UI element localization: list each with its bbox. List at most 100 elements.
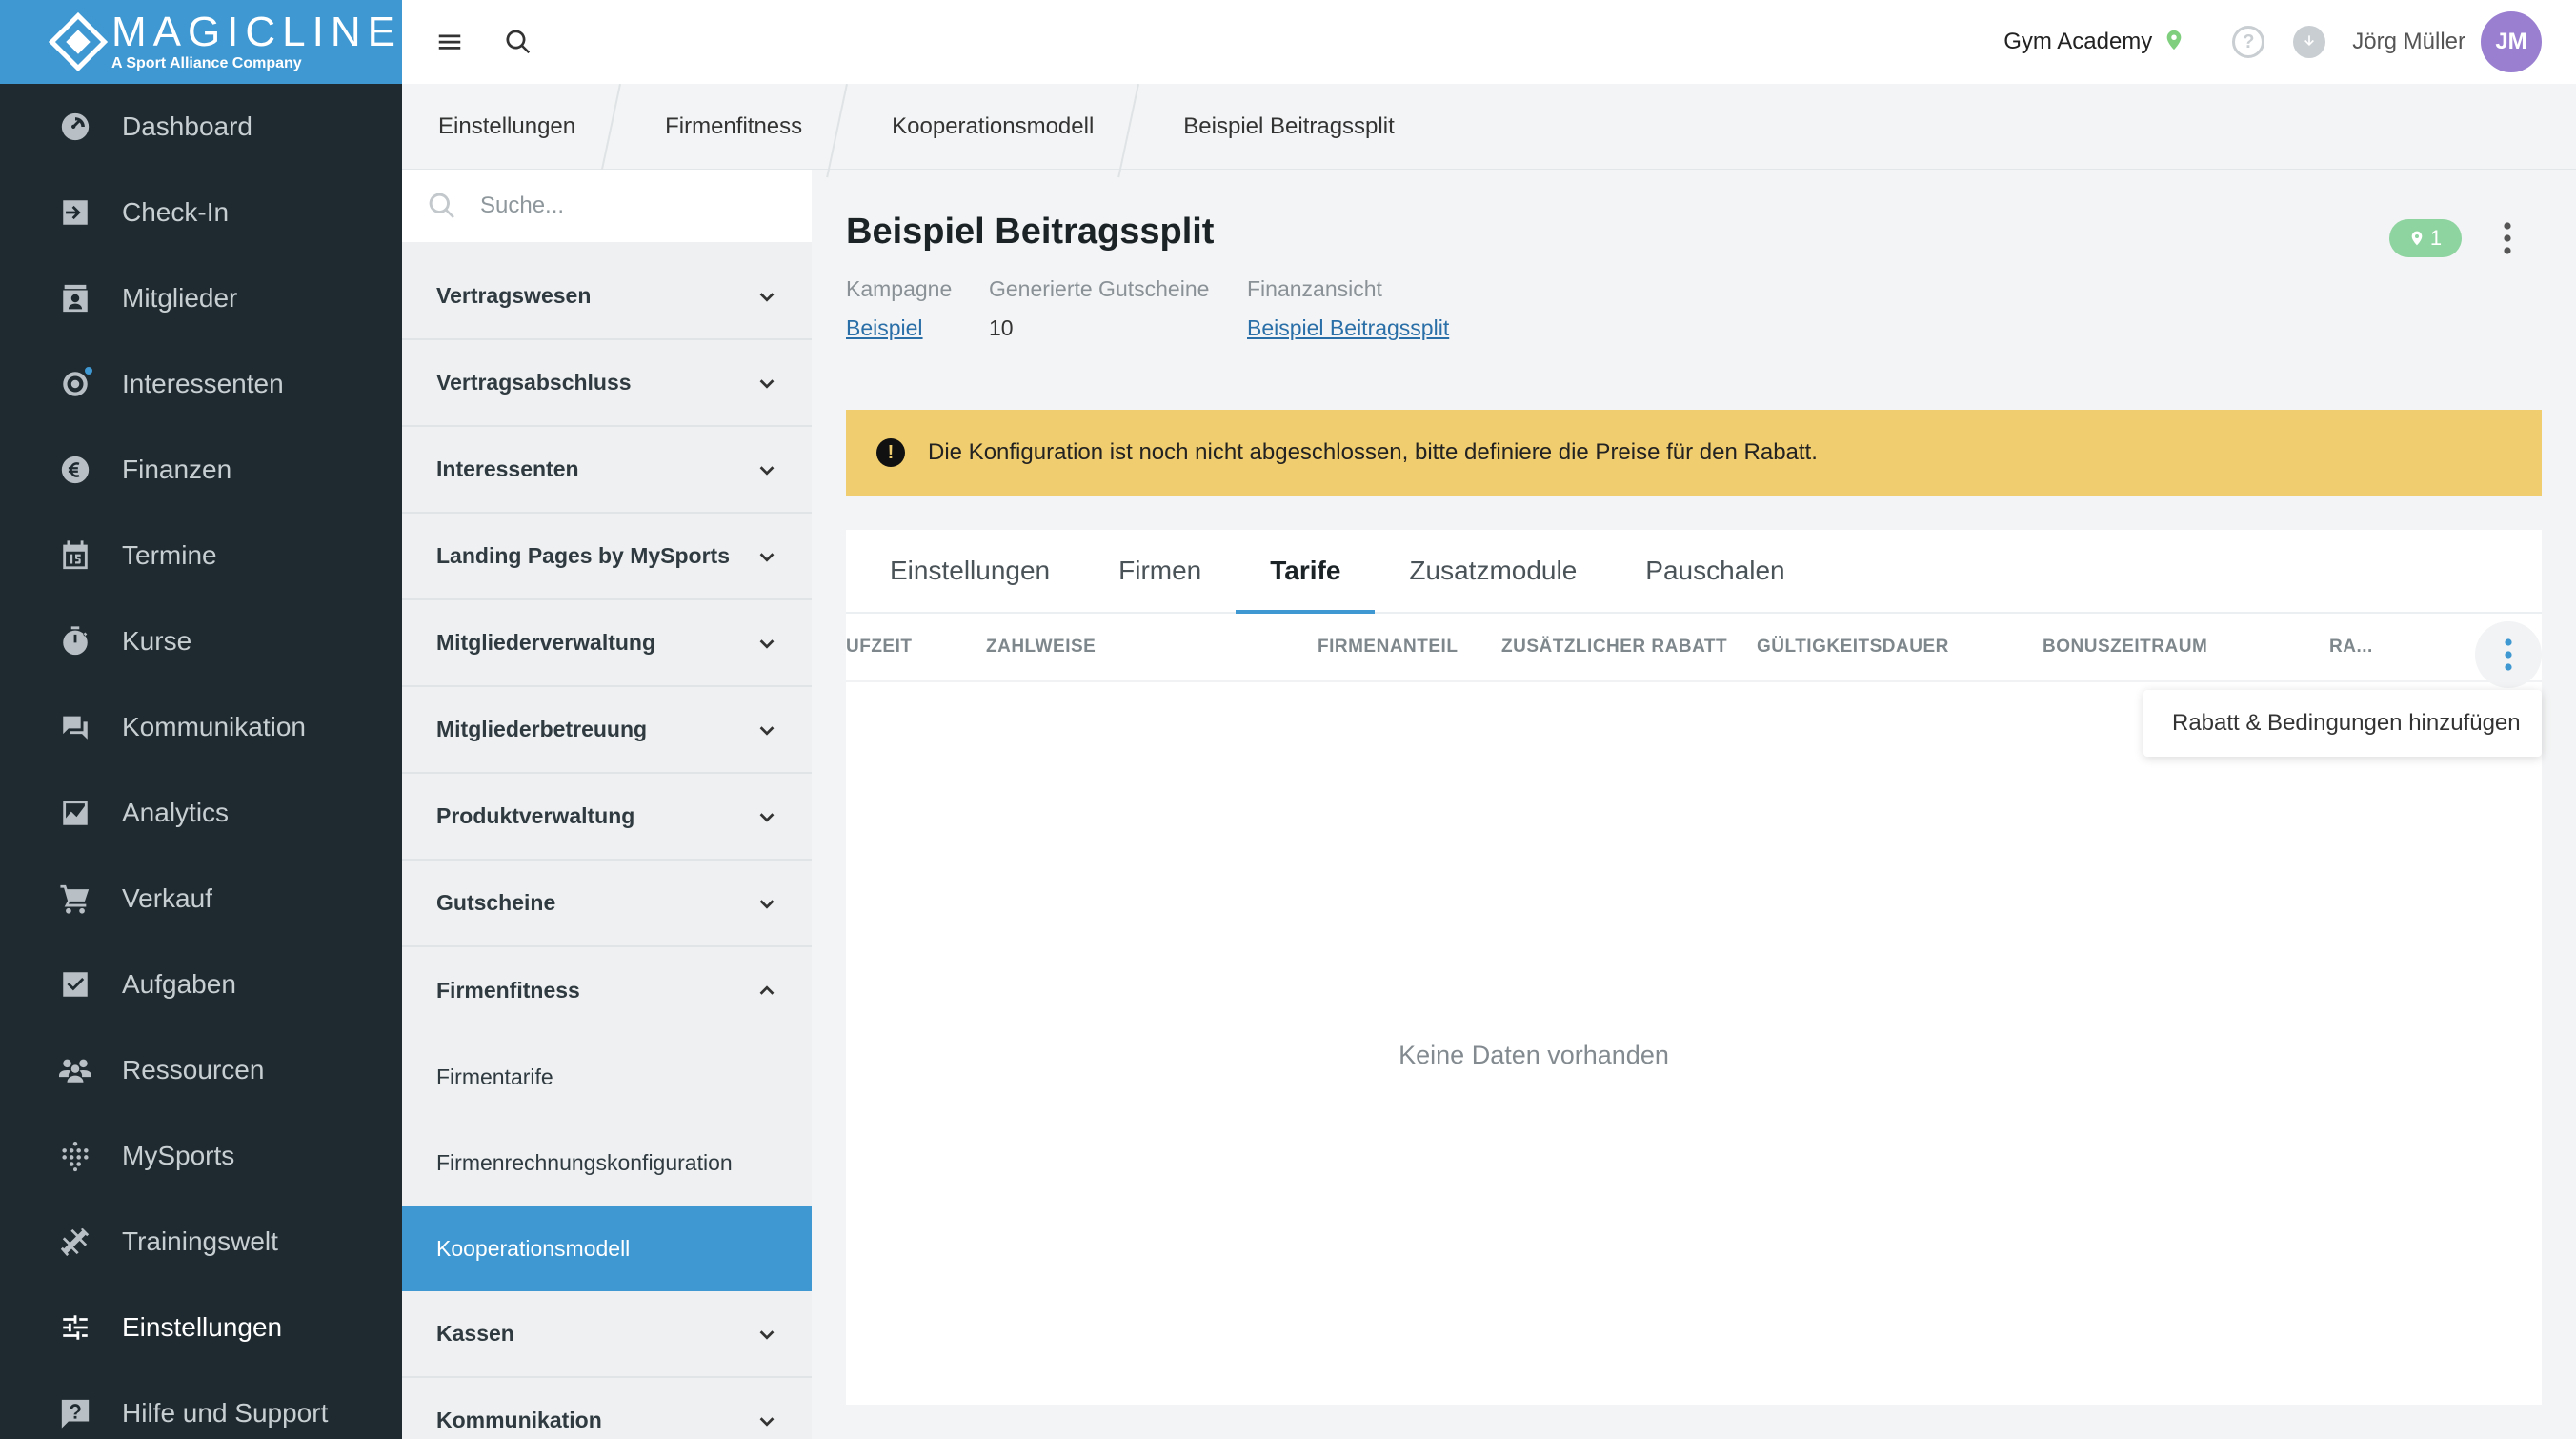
menu-group-gutscheine[interactable]: Gutscheine bbox=[402, 861, 812, 947]
tab-panel: Einstellungen Firmen Tarife Zusatzmodule… bbox=[846, 530, 2542, 1405]
nav-label: Check-In bbox=[122, 197, 230, 227]
meta-label: Kampagne bbox=[846, 276, 953, 301]
top-bar: Gym Academy ? Jörg Müller JM bbox=[402, 0, 2576, 84]
menu-group-kassen[interactable]: Kassen bbox=[402, 1291, 812, 1378]
dashboard-icon bbox=[59, 111, 91, 143]
nav-label: Dashboard bbox=[122, 111, 252, 141]
nav-label: Analytics bbox=[122, 798, 230, 827]
column-header[interactable]: FIRMENANTEIL bbox=[1318, 637, 1458, 658]
breadcrumb-item[interactable]: Firmenfitness bbox=[631, 84, 836, 170]
tab-bar: Einstellungen Firmen Tarife Zusatzmodule… bbox=[846, 530, 2542, 614]
kampagne-link[interactable]: Beispiel bbox=[846, 315, 952, 341]
nav-item-mitglieder[interactable]: Mitglieder bbox=[0, 255, 402, 341]
column-header[interactable]: UFZEIT bbox=[846, 637, 913, 658]
more-options-icon[interactable] bbox=[2486, 217, 2528, 259]
help-icon[interactable]: ? bbox=[2232, 26, 2265, 58]
column-header[interactable]: GÜLTIGKEITSDAUER bbox=[1757, 637, 1949, 658]
nav-item-aufgaben[interactable]: Aufgaben bbox=[0, 942, 402, 1027]
tab-einstellungen[interactable]: Einstellungen bbox=[855, 530, 1084, 612]
menu-group-vertragswesen[interactable]: Vertragswesen bbox=[402, 253, 812, 340]
breadcrumb-item[interactable]: Einstellungen bbox=[402, 84, 610, 170]
page-title: Beispiel Beitragssplit bbox=[846, 212, 1215, 252]
nav-label: Mitglieder bbox=[122, 283, 238, 313]
menu-group-mitgliederverwaltung[interactable]: Mitgliederverwaltung bbox=[402, 600, 812, 687]
studio-selector[interactable]: Gym Academy bbox=[2003, 29, 2152, 55]
sliders-icon bbox=[59, 1311, 91, 1344]
nav-item-ressourcen[interactable]: Ressourcen bbox=[0, 1027, 402, 1113]
menu-group-kommunikation[interactable]: Kommunikation bbox=[402, 1378, 812, 1439]
table-options-icon[interactable] bbox=[2475, 621, 2542, 688]
table-header: UFZEIT ZAHLWEISE FIRMENANTEIL ZUSÄTZLICH… bbox=[846, 614, 2542, 688]
exclamation-icon: ! bbox=[876, 438, 905, 467]
chevron-down-icon bbox=[756, 893, 777, 914]
nav-item-finanzen[interactable]: Finanzen bbox=[0, 427, 402, 513]
nav-item-check-in[interactable]: Check-In bbox=[0, 170, 402, 255]
hamburger-menu-icon[interactable] bbox=[431, 23, 469, 61]
nav-item-hilfe-und-support[interactable]: Hilfe und Support bbox=[0, 1370, 402, 1439]
column-header[interactable]: BONUSZEITRAUM bbox=[2043, 637, 2207, 658]
nav-item-termine[interactable]: Termine bbox=[0, 513, 402, 598]
settings-search-input[interactable] bbox=[480, 193, 766, 219]
location-count-badge[interactable]: 1 bbox=[2389, 219, 2462, 257]
breadcrumb-separator bbox=[610, 84, 631, 170]
nav-item-trainingswelt[interactable]: Trainingswelt bbox=[0, 1199, 402, 1285]
menu-group-mitgliederbetreuung[interactable]: Mitgliederbetreuung bbox=[402, 687, 812, 774]
user-name[interactable]: Jörg Müller bbox=[2352, 29, 2465, 55]
meta-kampagne: Kampagne Beispiel bbox=[846, 276, 952, 341]
breadcrumb-item[interactable]: Kooperationsmodell bbox=[857, 84, 1128, 170]
nav-item-mysports[interactable]: MySports bbox=[0, 1113, 402, 1199]
nav-item-verkauf[interactable]: Verkauf bbox=[0, 856, 402, 942]
nav-label: Finanzen bbox=[122, 455, 232, 484]
calendar-icon bbox=[59, 539, 91, 572]
brand-logo[interactable]: MAGICLINE A Sport Alliance Company bbox=[0, 0, 402, 84]
dumbbell-icon bbox=[59, 1226, 91, 1258]
nav-label: MySports bbox=[122, 1141, 235, 1170]
nav-item-analytics[interactable]: Analytics bbox=[0, 770, 402, 856]
menu-group-produktverwaltung[interactable]: Produktverwaltung bbox=[402, 774, 812, 861]
menu-group-firmenfitness[interactable]: Firmenfitness bbox=[402, 947, 812, 1034]
nav-label: Einstellungen bbox=[122, 1312, 283, 1342]
main-sidebar: MAGICLINE A Sport Alliance Company Dashb… bbox=[0, 0, 402, 1439]
column-header[interactable]: RA... bbox=[2329, 637, 2373, 658]
nav-item-einstellungen[interactable]: Einstellungen bbox=[0, 1285, 402, 1370]
nav-label: Interessenten bbox=[122, 369, 284, 398]
tab-firmen[interactable]: Firmen bbox=[1084, 530, 1236, 612]
nav-item-kommunikation[interactable]: Kommunikation bbox=[0, 684, 402, 770]
menu-group-interessenten[interactable]: Interessenten bbox=[402, 427, 812, 514]
tab-pauschalen[interactable]: Pauschalen bbox=[1611, 530, 1819, 612]
column-header[interactable]: ZUSÄTZLICHER RABATT bbox=[1501, 637, 1727, 658]
brand-name: MAGICLINE bbox=[111, 9, 402, 55]
cart-icon bbox=[59, 882, 91, 915]
menu-group-landing-pages[interactable]: Landing Pages by MySports bbox=[402, 514, 812, 600]
meta-gutscheine: Generierte Gutscheine 10 bbox=[989, 276, 1209, 341]
meta-label: Generierte Gutscheine bbox=[989, 276, 1210, 301]
tab-zusatzmodule[interactable]: Zusatzmodule bbox=[1375, 530, 1611, 612]
column-header[interactable]: ZAHLWEISE bbox=[986, 637, 1096, 658]
warning-text: Die Konfiguration ist noch nicht abgesch… bbox=[928, 439, 1818, 465]
nav-label: Aufgaben bbox=[122, 969, 236, 999]
tab-tarife[interactable]: Tarife bbox=[1236, 530, 1376, 614]
menu-item-firmenrechnungskonfiguration[interactable]: Firmenrechnungskonfiguration bbox=[402, 1120, 812, 1206]
warning-banner: ! Die Konfiguration ist noch nicht abges… bbox=[846, 410, 2542, 496]
nav-item-dashboard[interactable]: Dashboard bbox=[0, 84, 402, 170]
stopwatch-icon bbox=[59, 625, 91, 658]
nav-item-interessenten[interactable]: Interessenten bbox=[0, 341, 402, 427]
meta-label: Finanzansicht bbox=[1247, 276, 1382, 301]
nav-item-kurse[interactable]: Kurse bbox=[0, 598, 402, 684]
menu-group-vertragsabschluss[interactable]: Vertragsabschluss bbox=[402, 340, 812, 427]
breadcrumb: Einstellungen Firmenfitness Kooperations… bbox=[402, 84, 2576, 170]
download-icon[interactable] bbox=[2293, 26, 2326, 58]
menu-item-firmentarife[interactable]: Firmentarife bbox=[402, 1034, 812, 1120]
add-discount-menu-item[interactable]: Rabatt & Bedingungen hinzufügen bbox=[2143, 690, 2542, 757]
menu-item-kooperationsmodell[interactable]: Kooperationsmodell bbox=[402, 1206, 812, 1291]
meta-finanzansicht: Finanzansicht Beispiel Beitragssplit bbox=[1247, 276, 1449, 341]
search-icon bbox=[429, 193, 454, 218]
nav-label: Ressourcen bbox=[122, 1055, 265, 1084]
avatar[interactable]: JM bbox=[2481, 11, 2542, 72]
chevron-up-icon bbox=[756, 981, 777, 1002]
search-icon[interactable] bbox=[499, 23, 537, 61]
chevron-down-icon bbox=[756, 633, 777, 654]
meta-value: 10 bbox=[989, 315, 1014, 340]
menu-group-label: Vertragsabschluss bbox=[436, 370, 632, 395]
finanzansicht-link[interactable]: Beispiel Beitragssplit bbox=[1247, 315, 1449, 341]
